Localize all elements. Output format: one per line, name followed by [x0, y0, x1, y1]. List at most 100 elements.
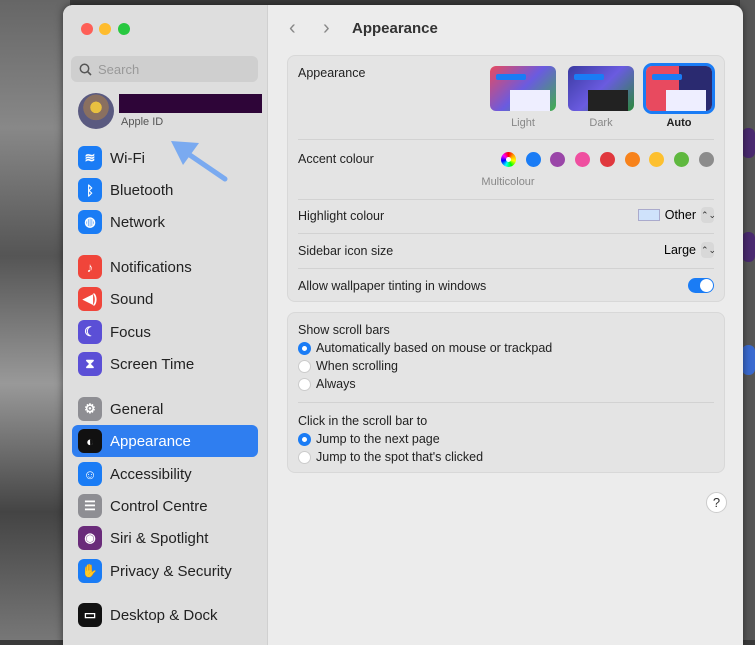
- sidebar-item-label: Network: [110, 213, 166, 231]
- sidebar-item-control-centre[interactable]: ☰ Control Centre: [72, 490, 258, 522]
- appearance-option-light[interactable]: [490, 66, 556, 111]
- radio-label: Automatically based on mouse or trackpad: [316, 341, 553, 355]
- sidebar-item-label: Appearance: [110, 432, 191, 450]
- sidebar-icon-size-select[interactable]: Large ⌃⌄: [664, 242, 716, 258]
- sidebar-item-label: Desktop & Dock: [110, 606, 218, 624]
- sidebar-item-siri-spotlight[interactable]: ◉ Siri & Spotlight: [72, 522, 258, 554]
- chevron-updown-icon: ⌃⌄: [701, 207, 716, 223]
- desktop-wallpaper: [0, 0, 70, 640]
- radio-option[interactable]: Automatically based on mouse or trackpad: [298, 341, 552, 355]
- appearance-panel: Appearance Light Dark Auto Accent colour M…: [287, 55, 725, 302]
- sidebar-item-label: General: [110, 400, 164, 418]
- search-icon: [79, 63, 92, 76]
- moon-icon: ☾: [78, 320, 102, 344]
- minimize-button[interactable]: [99, 23, 111, 35]
- radio-button[interactable]: [298, 359, 311, 373]
- accent-color-swatch[interactable]: [673, 152, 689, 167]
- sidebar-item-label: Notifications: [110, 258, 192, 276]
- radio-button[interactable]: [298, 450, 311, 464]
- chevron-updown-icon: ⌃⌄: [701, 242, 716, 258]
- accent-color-swatch[interactable]: [525, 152, 541, 167]
- dock-icon: ▭: [78, 603, 102, 627]
- redacted-account-name: [119, 94, 262, 113]
- appearance-option-dark[interactable]: [568, 66, 634, 111]
- sidebar-item-appearance[interactable]: ◐ Appearance: [72, 425, 258, 457]
- sidebar-item-bluetooth[interactable]: ᛒ Bluetooth: [72, 174, 258, 206]
- content: ‹ › Appearance Appearance Light Dark Auto …: [269, 5, 743, 645]
- sidebar-item-screen-time[interactable]: ⧗ Screen Time: [72, 348, 258, 380]
- radio-option[interactable]: Jump to the next page: [298, 432, 440, 446]
- highlight-value: Other: [664, 208, 696, 222]
- forward-chevron-icon[interactable]: ›: [323, 17, 330, 40]
- siri-icon: ◉: [78, 526, 102, 550]
- appearance-option-label: Dark: [589, 117, 613, 129]
- sidebar-item-label: Siri & Spotlight: [110, 529, 209, 547]
- system-settings-window: Search Apple ID ≋ Wi-Fi ᛒ Bluetooth ◍ Network…: [63, 5, 743, 645]
- accent-color-swatch[interactable]: [698, 152, 714, 167]
- sidebar-item-label: Screen Time: [110, 355, 195, 373]
- appearance-option-auto[interactable]: [643, 63, 715, 114]
- avatar[interactable]: [78, 93, 114, 129]
- hourglass-icon: ⧗: [78, 352, 102, 376]
- sidebar-item-focus[interactable]: ☾ Focus: [72, 316, 258, 348]
- appearance-icon: ◐: [78, 429, 102, 453]
- sidebar-item-label: Privacy & Security: [110, 562, 232, 580]
- sidebar-item-wi-fi[interactable]: ≋ Wi-Fi: [72, 142, 258, 174]
- sidebar: Search Apple ID ≋ Wi-Fi ᛒ Bluetooth ◍ Network…: [63, 5, 268, 645]
- close-button[interactable]: [81, 23, 93, 35]
- accent-color-swatch[interactable]: [575, 152, 591, 167]
- accent-color-swatch[interactable]: [599, 152, 615, 167]
- accent-color-swatch[interactable]: [501, 152, 516, 167]
- sidebar-item-label: Accessibility: [110, 465, 192, 483]
- accent-color-swatch[interactable]: [624, 152, 640, 167]
- highlight-select[interactable]: Other ⌃⌄: [637, 207, 716, 223]
- sidebar-item-sound[interactable]: ◀) Sound: [72, 283, 258, 315]
- gear-icon: ⚙: [78, 397, 102, 421]
- radio-option[interactable]: Always: [298, 377, 356, 391]
- toggles-icon: ☰: [78, 494, 102, 518]
- bell-icon: ♪: [78, 255, 102, 279]
- radio-button[interactable]: [298, 341, 311, 355]
- show-scroll-bars-label: Show scroll bars: [298, 323, 390, 337]
- hand-icon: ✋: [78, 559, 102, 583]
- sidebar-item-accessibility[interactable]: ☺ Accessibility: [72, 458, 258, 490]
- sidebar-item-desktop-dock[interactable]: ▭ Desktop & Dock: [72, 599, 258, 631]
- wallpaper-tinting-label: Allow wallpaper tinting in windows: [298, 279, 487, 293]
- sidebar-item-network[interactable]: ◍ Network: [72, 206, 258, 238]
- sidebar-item-label: Wi-Fi: [110, 149, 145, 167]
- sidebar-item-notifications[interactable]: ♪ Notifications: [72, 251, 258, 283]
- zoom-button[interactable]: [118, 23, 130, 35]
- help-button[interactable]: ?: [706, 492, 727, 513]
- sidebar-item-general[interactable]: ⚙ General: [72, 393, 258, 425]
- search-placeholder: Search: [98, 61, 140, 77]
- click-scroll-label: Click in the scroll bar to: [298, 414, 428, 428]
- radio-button[interactable]: [298, 432, 311, 446]
- radio-label: Jump to the next page: [316, 432, 440, 446]
- search-input[interactable]: Search: [71, 56, 258, 82]
- page-title: Appearance: [352, 20, 438, 37]
- speaker-icon: ◀): [78, 287, 102, 311]
- radio-option[interactable]: When scrolling: [298, 359, 398, 373]
- radio-label: Jump to the spot that's clicked: [316, 450, 484, 464]
- sidebar-icon-size-label: Sidebar icon size: [298, 244, 394, 258]
- sidebar-icon-size-value: Large: [664, 243, 696, 257]
- apple-id-label[interactable]: Apple ID: [121, 116, 163, 128]
- sidebar-item-privacy-security[interactable]: ✋ Privacy & Security: [72, 555, 258, 587]
- wifi-icon: ≋: [78, 146, 102, 170]
- radio-option[interactable]: Jump to the spot that's clicked: [298, 450, 483, 464]
- sidebar-item-label: Control Centre: [110, 497, 208, 515]
- bluetooth-icon: ᛒ: [78, 178, 102, 202]
- radio-label: When scrolling: [316, 359, 398, 373]
- back-chevron-icon[interactable]: ‹: [289, 17, 296, 40]
- radio-button[interactable]: [298, 377, 311, 391]
- scroll-bars-panel: Show scroll bars Automatically based on …: [287, 312, 725, 473]
- sidebar-item-label: Bluetooth: [110, 181, 174, 199]
- accent-selected-label: Multicolour: [481, 176, 535, 188]
- radio-label: Always: [316, 377, 356, 391]
- sidebar-item-label: Sound: [110, 290, 154, 308]
- accessibility-icon: ☺: [78, 462, 102, 486]
- wallpaper-tinting-toggle[interactable]: [688, 278, 714, 293]
- globe-icon: ◍: [78, 210, 102, 234]
- appearance-option-label: Light: [511, 117, 535, 129]
- sidebar-item-label: Focus: [110, 323, 151, 341]
